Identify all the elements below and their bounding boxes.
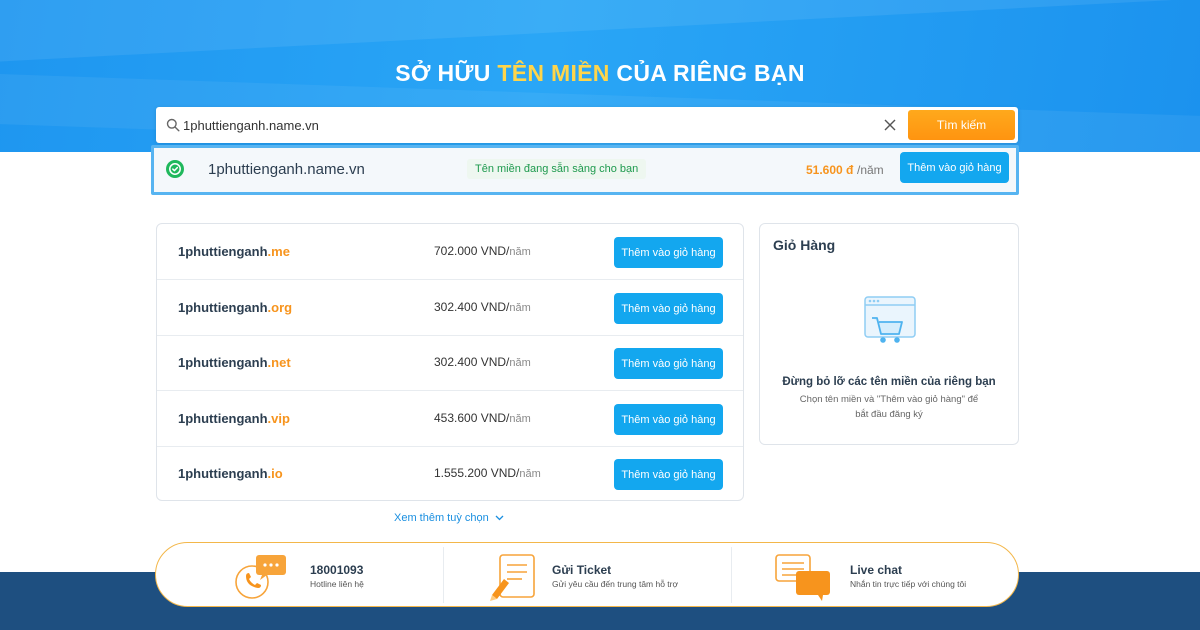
suggestion-price: 702.000 VND/năm [434, 244, 531, 258]
availability-status: Tên miền đang sẵn sàng cho bạn [467, 159, 647, 179]
search-result: 1phuttienganh.name.vn Tên miền đang sẵn … [151, 145, 1019, 195]
suggestion-domain: 1phuttienganh.net [178, 355, 291, 370]
live-chat-title: Live chat [850, 563, 903, 577]
add-to-cart-button[interactable]: Thêm vào giỏ hàng [900, 152, 1009, 183]
ticket-subtitle: Gửi yêu cầu đến trung tâm hỗ trợ [552, 579, 679, 589]
check-circle-icon [166, 160, 184, 178]
domain-search-bar: Tìm kiếm [156, 107, 1018, 143]
hotline-number: 18001093 [310, 563, 364, 577]
title-highlight: TÊN MIỀN [497, 60, 610, 86]
phone-icon [235, 555, 286, 599]
domain-name: 1phuttienganh [178, 466, 268, 481]
suggestion-domain: 1phuttienganh.me [178, 244, 290, 259]
cart-empty-subtitle: Chọn tên miền và "Thêm vào giỏ hàng" để … [799, 394, 979, 420]
suggestion-row: 1phuttienganh.org 302.400 VND/năm Thêm v… [157, 280, 743, 336]
add-to-cart-button[interactable]: Thêm vào giỏ hàng [614, 404, 723, 435]
domain-name: 1phuttienganh [178, 244, 268, 259]
suggestion-domain: 1phuttienganh.org [178, 300, 292, 315]
search-icon [166, 118, 180, 132]
price-unit: năm [509, 357, 531, 369]
price-value: 702.000 VND/ [434, 244, 510, 258]
title-part-2: CỦA RIÊNG BẠN [616, 60, 805, 86]
price-value: 302.400 VND/ [434, 355, 510, 369]
domain-tld: .io [267, 466, 283, 481]
suggestion-domain: 1phuttienganh.vip [178, 411, 290, 426]
suggestion-price: 1.555.200 VND/năm [434, 466, 541, 480]
close-icon[interactable] [881, 116, 899, 134]
domain-name: 1phuttienganh [178, 411, 268, 426]
suggestion-row: 1phuttienganh.net 302.400 VND/năm Thêm v… [157, 335, 743, 391]
support-bar: 18001093 Hotline liên hệ Gửi Ticket Gửi … [155, 542, 1019, 607]
domain-tld: .vip [267, 411, 290, 426]
divider [731, 547, 732, 603]
price-unit: năm [509, 413, 531, 425]
live-chat-subtitle: Nhắn tin trực tiếp với chúng tôi [850, 579, 967, 589]
page-title: SỞ HỮU TÊN MIỀN CỦA RIÊNG BẠN [0, 60, 1200, 87]
price-unit: năm [519, 468, 541, 480]
hotline-label: Hotline liên hệ [310, 579, 364, 589]
cart-panel: Giỏ Hàng Đừng bỏ lỡ các tên miền của riê… [759, 223, 1019, 445]
cart-title: Giỏ Hàng [773, 237, 836, 253]
price-unit: năm [509, 302, 531, 314]
add-to-cart-button[interactable]: Thêm vào giỏ hàng [614, 348, 723, 379]
chevron-down-icon [495, 515, 504, 521]
more-options-label: Xem thêm tuỳ chọn [394, 512, 489, 524]
suggestion-price: 302.400 VND/năm [434, 355, 531, 369]
domain-tld: .me [267, 244, 290, 259]
add-to-cart-button[interactable]: Thêm vào giỏ hàng [614, 459, 723, 490]
ticket-title: Gửi Ticket [552, 563, 612, 577]
suggestion-domain: 1phuttienganh.io [178, 466, 283, 481]
ticket-item[interactable]: Gửi Ticket Gửi yêu cầu đến trung tâm hỗ … [486, 543, 716, 605]
more-options-link[interactable]: Xem thêm tuỳ chọn [394, 512, 504, 524]
suggestion-row: 1phuttienganh.io 1.555.200 VND/năm Thêm … [157, 446, 743, 502]
price-value: 1.555.200 VND/ [434, 466, 520, 480]
add-to-cart-button[interactable]: Thêm vào giỏ hàng [614, 293, 723, 324]
price-value: 302.400 VND/ [434, 300, 510, 314]
suggestion-row: 1phuttienganh.vip 453.600 VND/năm Thêm v… [157, 391, 743, 447]
chat-icon [775, 554, 830, 601]
result-price: 51.600 đ [806, 163, 854, 177]
suggestion-price: 453.600 VND/năm [434, 411, 531, 425]
domain-name: 1phuttienganh [178, 355, 268, 370]
divider [443, 547, 444, 603]
domain-tld: .net [267, 355, 291, 370]
add-to-cart-button[interactable]: Thêm vào giỏ hàng [614, 237, 723, 268]
result-price-unit: /năm [857, 163, 884, 177]
domain-name: 1phuttienganh [178, 300, 268, 315]
cart-empty-title: Đừng bỏ lỡ các tên miền của riêng bạn [782, 376, 996, 388]
title-part-1: SỞ HỮU [395, 60, 491, 86]
domain-tld: .org [267, 300, 293, 315]
suggestion-list: 1phuttienganh.me 702.000 VND/năm Thêm và… [156, 223, 744, 501]
suggestion-row: 1phuttienganh.me 702.000 VND/năm Thêm và… [157, 224, 743, 280]
suggestion-price: 302.400 VND/năm [434, 300, 531, 314]
cart-icon [864, 296, 916, 343]
hotline-item[interactable]: 18001093 Hotline liên hệ [232, 543, 432, 605]
search-button[interactable]: Tìm kiếm [908, 110, 1015, 140]
price-unit: năm [509, 246, 531, 258]
result-domain-name: 1phuttienganh.name.vn [208, 161, 365, 178]
hero-decoration [0, 0, 1200, 67]
price-value: 453.600 VND/ [434, 411, 510, 425]
ticket-icon [490, 554, 535, 601]
domain-search-input[interactable] [183, 113, 873, 137]
live-chat-item[interactable]: Live chat Nhắn tin trực tiếp với chúng t… [774, 543, 1004, 605]
